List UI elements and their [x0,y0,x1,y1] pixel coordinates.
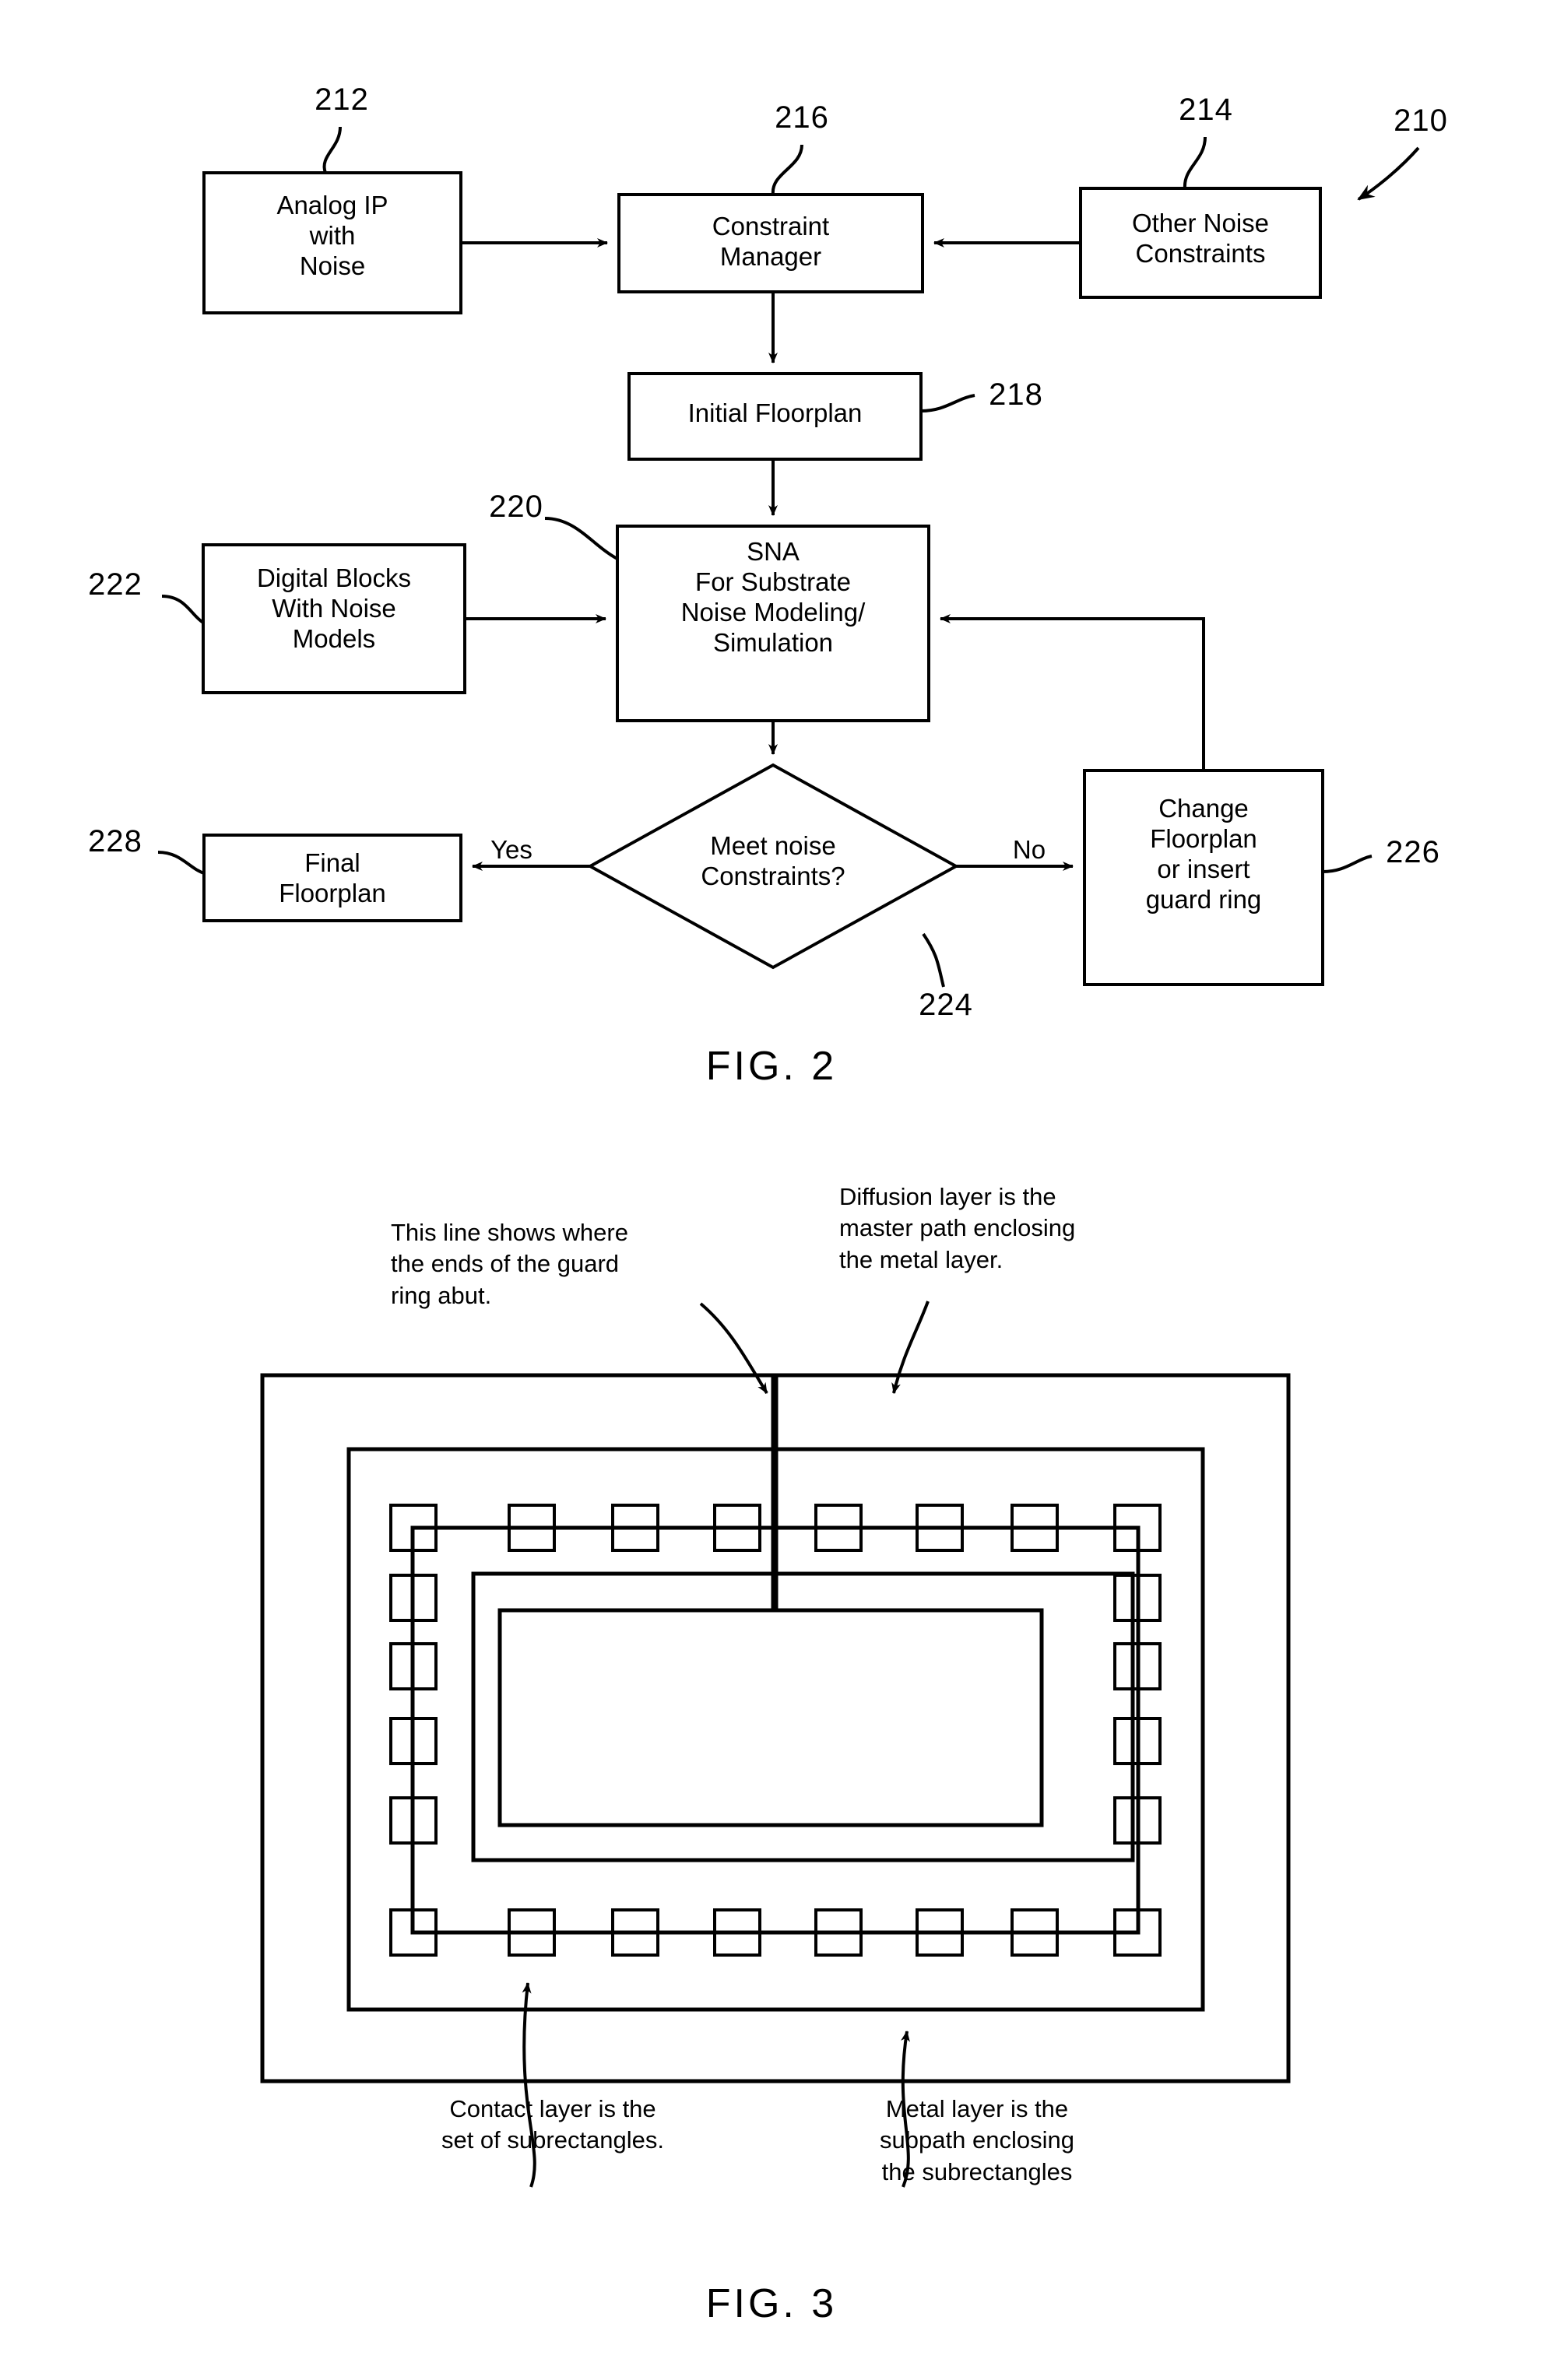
leader-224 [922,932,945,988]
ref-210: 210 [1394,104,1448,138]
fig3-inner-rectangle [497,1608,1044,1827]
leader-contact-layer [522,1982,536,2188]
annotation-contact-layer: Contact layer is the set of subrectangle… [441,2095,665,2154]
drawing-vectors [157,126,1420,2188]
node-constraint-manager-label: Constraint Manager [712,212,830,271]
node-decision-label: Meet noise Constraints? [701,831,845,890]
figure-2-caption: FIG. 2 [705,1044,838,1089]
ref-218: 218 [989,377,1043,412]
edge-label-yes: Yes [490,835,532,864]
leader-guard-ring-abut [699,1302,768,1395]
leader-222 [161,595,205,624]
leader-226 [1322,855,1373,873]
ref-222: 222 [88,567,142,602]
leader-214 [1183,136,1207,189]
ref-228: 228 [88,824,142,858]
ref-216: 216 [775,100,829,135]
node-change-floorplan-label: Change Floorplan or insert guard ring [1145,794,1262,914]
node-sna-label: SNA For Substrate Noise Modeling/ Simula… [680,537,866,657]
annotation-guard-ring-abut: This line shows where the ends of the gu… [391,1219,628,1309]
ref-214: 214 [1179,93,1233,127]
node-initial-floorplan-label: Initial Floorplan [687,398,863,427]
leader-212 [322,126,342,174]
node-analog-ip-label: Analog IP with Noise [276,191,388,280]
node-final-floorplan-label: Final Floorplan [279,848,386,907]
node-digital-blocks-label: Digital Blocks With Noise Models [256,563,412,653]
figure-3-caption: FIG. 3 [705,2281,838,2326]
ref-220: 220 [489,490,543,524]
edge-label-no: No [1012,835,1046,864]
leader-216 [771,144,803,195]
annotation-diffusion-layer: Diffusion layer is the master path enclo… [839,1183,1076,1273]
node-other-noise-label: Other Noise Constraints [1131,209,1270,268]
leader-diffusion-layer [891,1301,930,1394]
patent-drawing-sheet: 212 216 214 210 218 220 222 224 226 228 … [0,0,1543,2380]
edge-change-to-sna-feedback [940,614,1205,771]
leader-228 [157,851,205,875]
leader-210 [1357,146,1420,201]
leader-218 [920,394,975,412]
ref-212: 212 [315,82,369,117]
ref-224: 224 [919,988,973,1022]
annotation-metal-layer: Metal layer is the subpath enclosing the… [880,2095,1074,2185]
fig3-metal-subpath [471,1571,1135,1862]
ref-226: 226 [1386,835,1440,869]
